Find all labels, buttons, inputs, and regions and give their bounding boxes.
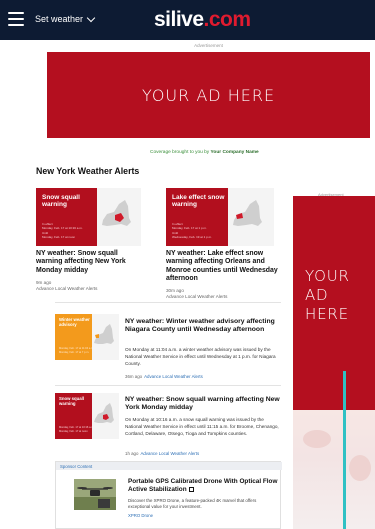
alert-card-title[interactable]: NY weather: Lake effect snow warning aff… <box>166 250 278 284</box>
alert-image-meta: Monday, Feb. 17 at 10:16 a.m. Monday, Feb… <box>59 426 95 433</box>
ad-accent-bar <box>343 410 346 529</box>
chevron-down-icon <box>86 13 96 22</box>
drone-image[interactable] <box>74 479 116 510</box>
ny-state-map-icon <box>102 200 131 226</box>
site-logo[interactable]: silive.com <box>154 8 251 32</box>
coverage-sponsor-name[interactable]: Your Company Name <box>211 150 259 155</box>
ny-map <box>97 188 141 246</box>
sponsored-source[interactable]: XPRO Drone <box>128 513 153 518</box>
alert-list-title[interactable]: NY weather: Snow squall warning affectin… <box>125 396 285 413</box>
alert-list-item-1[interactable]: Winter weather advisory Monday, Feb. 17 a… <box>55 314 281 384</box>
alert-card-1[interactable]: Snow squall warning In effect Monday, Feb… <box>36 188 144 291</box>
alert-list-meta: 36m ago Advance Local Weather Alerts <box>125 374 203 379</box>
coverage-sponsor-line: Coverage brought to you by Your Company … <box>150 150 259 155</box>
divider <box>55 385 281 386</box>
alert-card-image[interactable]: Snow squall warning In effect Monday, Feb… <box>36 188 141 246</box>
menu-icon[interactable] <box>8 12 24 26</box>
alert-list-body: On Monday at 10:16 a.m. a snow squall wa… <box>125 417 279 436</box>
alert-card-source[interactable]: Advance Local Weather Alerts <box>36 286 97 292</box>
alert-card-title[interactable]: NY weather: Snow squall warning affectin… <box>36 250 144 275</box>
alert-list-source[interactable]: Advance Local Weather Alerts <box>140 451 199 456</box>
alert-image-label: Snow squall warning <box>42 194 80 209</box>
alert-image-label: Lake effect snow warning <box>172 194 225 209</box>
top-ad-banner[interactable]: YOUR AD HERE <box>47 52 370 138</box>
right-ad-text: YOUR AD HERE <box>305 267 350 323</box>
ny-map <box>228 188 274 246</box>
ad-label-top: Advertisement <box>194 43 223 48</box>
sponsored-title[interactable]: Portable GPS Calibrated Drone With Optic… <box>128 478 278 494</box>
right-ad-lower-image[interactable] <box>293 410 375 529</box>
decor-shape <box>303 430 331 448</box>
alert-card-image[interactable]: Lake effect snow warning In effect Monday… <box>166 188 274 246</box>
decor-shape <box>349 455 371 481</box>
section-title: New York Weather Alerts <box>36 166 140 176</box>
ny-state-map-icon <box>94 324 114 344</box>
sponsored-content-card[interactable]: Sponsor Content Portable GPS Calibrated … <box>55 461 282 529</box>
set-weather-dropdown[interactable]: Set weather <box>35 13 96 24</box>
drone-photo-icon <box>74 479 116 510</box>
top-bar: Set weather silive.com <box>0 0 375 40</box>
sponsored-tag: Sponsor Content <box>56 462 282 470</box>
alert-image-label: Winter weather advisory <box>59 317 90 327</box>
right-ad-banner[interactable]: YOUR AD HERE <box>293 196 375 491</box>
alert-list-image[interactable]: Snow squall warning Monday, Feb. 17 at 10… <box>55 393 119 439</box>
external-link-icon <box>188 486 194 492</box>
ny-map <box>92 393 119 439</box>
alert-list-source[interactable]: Advance Local Weather Alerts <box>144 374 203 379</box>
alert-list-title[interactable]: NY weather: Winter weather advisory affe… <box>125 318 285 335</box>
ny-map <box>92 314 119 360</box>
divider <box>55 302 281 303</box>
alert-list-meta: 1h ago Advance Local Weather Alerts <box>125 451 200 456</box>
alert-image-meta: In effect Monday, Feb. 17 at 10:16 a.m. … <box>42 222 83 239</box>
ny-state-map-icon <box>233 200 262 226</box>
sponsored-body: Discover the XPRO Drone, a feature-packe… <box>128 498 257 510</box>
alert-list-item-2[interactable]: Snow squall warning Monday, Feb. 17 at 10… <box>55 393 281 463</box>
ny-state-map-icon <box>94 403 114 423</box>
alert-list-body: On Monday at 11:04 a.m. a winter weather… <box>125 347 276 366</box>
alert-list-image[interactable]: Winter weather advisory Monday, Feb. 17 a… <box>55 314 119 360</box>
alert-image-meta: Monday, Feb. 17 at 11:04 a.m. Monday, Feb… <box>59 347 94 354</box>
top-ad-text: YOUR AD HERE <box>141 85 276 105</box>
alert-card-2[interactable]: Lake effect snow warning In effect Monday… <box>166 188 278 299</box>
set-weather-label: Set weather <box>35 14 84 24</box>
alert-image-meta: In effect Monday, Feb. 17 at 1 p.m. Unti… <box>172 222 212 239</box>
alert-image-label: Snow squall warning <box>59 396 85 406</box>
alert-card-source[interactable]: Advance Local Weather Alerts <box>166 294 227 300</box>
